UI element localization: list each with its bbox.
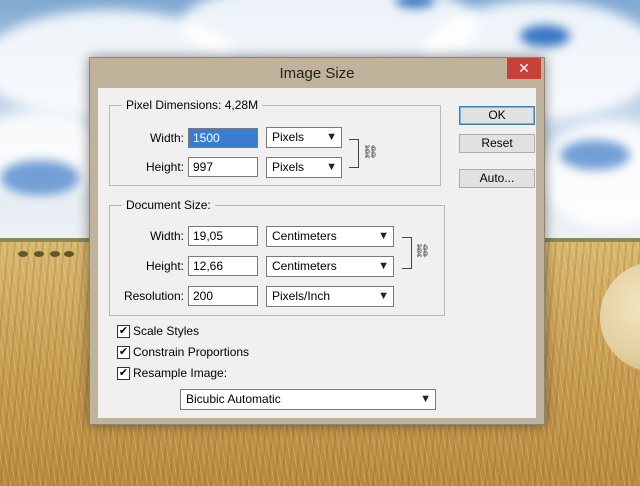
dialog-title: Image Size [279, 65, 355, 82]
pixel-height-unit: Pixels [272, 160, 305, 174]
link-bracket [349, 139, 359, 168]
resample-method: Bicubic Automatic [186, 392, 281, 406]
resolution-input[interactable] [188, 286, 258, 306]
scale-styles-label: Scale Styles [133, 324, 200, 338]
scale-styles-checkbox[interactable]: ✔ [117, 325, 130, 338]
pixel-dimensions-size: 4,28M [224, 98, 259, 112]
tree [50, 251, 60, 257]
chain-link-icon: ⛓ [414, 243, 431, 258]
doc-height-unit: Centimeters [272, 259, 337, 273]
resolution-unit-select[interactable]: Pixels/Inch ▼ [266, 286, 394, 307]
link-bracket [402, 237, 412, 269]
doc-height-input[interactable] [188, 256, 258, 276]
pixel-dimensions-label: Pixel Dimensions: [126, 98, 222, 112]
doc-width-label: Width: [149, 229, 184, 243]
pixel-height-unit-select[interactable]: Pixels ▼ [266, 157, 342, 178]
chevron-down-icon: ▼ [378, 260, 389, 272]
pixel-height-input[interactable] [188, 157, 258, 177]
pixel-width-unit: Pixels [272, 130, 305, 144]
chain-link-icon: ⛓ [362, 144, 379, 159]
ok-button[interactable]: OK [459, 106, 535, 125]
resolution-label: Resolution: [123, 289, 184, 303]
chevron-down-icon: ▼ [420, 393, 431, 405]
doc-height-unit-select[interactable]: Centimeters ▼ [266, 256, 394, 277]
title-bar[interactable]: Image Size ✕ [90, 58, 544, 88]
pixel-width-input[interactable] [188, 128, 258, 148]
resample-method-select[interactable]: Bicubic Automatic ▼ [180, 389, 436, 410]
auto-button[interactable]: Auto... [459, 169, 535, 188]
resolution-unit: Pixels/Inch [272, 289, 331, 303]
pixel-width-label: Width: [149, 131, 184, 145]
dialog-body: Pixel Dimensions: 4,28M Width: Pixels ▼ H… [98, 88, 536, 418]
close-button[interactable]: ✕ [507, 58, 541, 79]
chevron-down-icon: ▼ [378, 290, 389, 302]
sky-patch [0, 160, 80, 196]
pixel-height-label: Height: [145, 160, 184, 174]
chevron-down-icon: ▼ [326, 161, 337, 173]
constrain-proportions-label: Constrain Proportions [133, 345, 250, 359]
pixel-dimensions-legend: Pixel Dimensions: 4,28M [122, 98, 263, 112]
tree [64, 251, 74, 257]
chevron-down-icon: ▼ [326, 131, 337, 143]
document-size-legend: Document Size: [122, 198, 215, 212]
sky-patch [560, 140, 630, 170]
doc-width-input[interactable] [188, 226, 258, 246]
resample-image-checkbox[interactable]: ✔ [117, 367, 130, 380]
tree [18, 251, 28, 257]
sky-patch [520, 25, 570, 47]
doc-width-unit-select[interactable]: Centimeters ▼ [266, 226, 394, 247]
resample-image-label: Resample Image: [133, 366, 228, 380]
constrain-proportions-checkbox[interactable]: ✔ [117, 346, 130, 359]
chevron-down-icon: ▼ [378, 230, 389, 242]
reset-button[interactable]: Reset [459, 134, 535, 153]
pixel-width-unit-select[interactable]: Pixels ▼ [266, 127, 342, 148]
image-size-dialog: Image Size ✕ Pixel Dimensions: 4,28M Wid… [89, 57, 545, 425]
doc-width-unit: Centimeters [272, 229, 337, 243]
doc-height-label: Height: [145, 259, 184, 273]
tree [34, 251, 44, 257]
